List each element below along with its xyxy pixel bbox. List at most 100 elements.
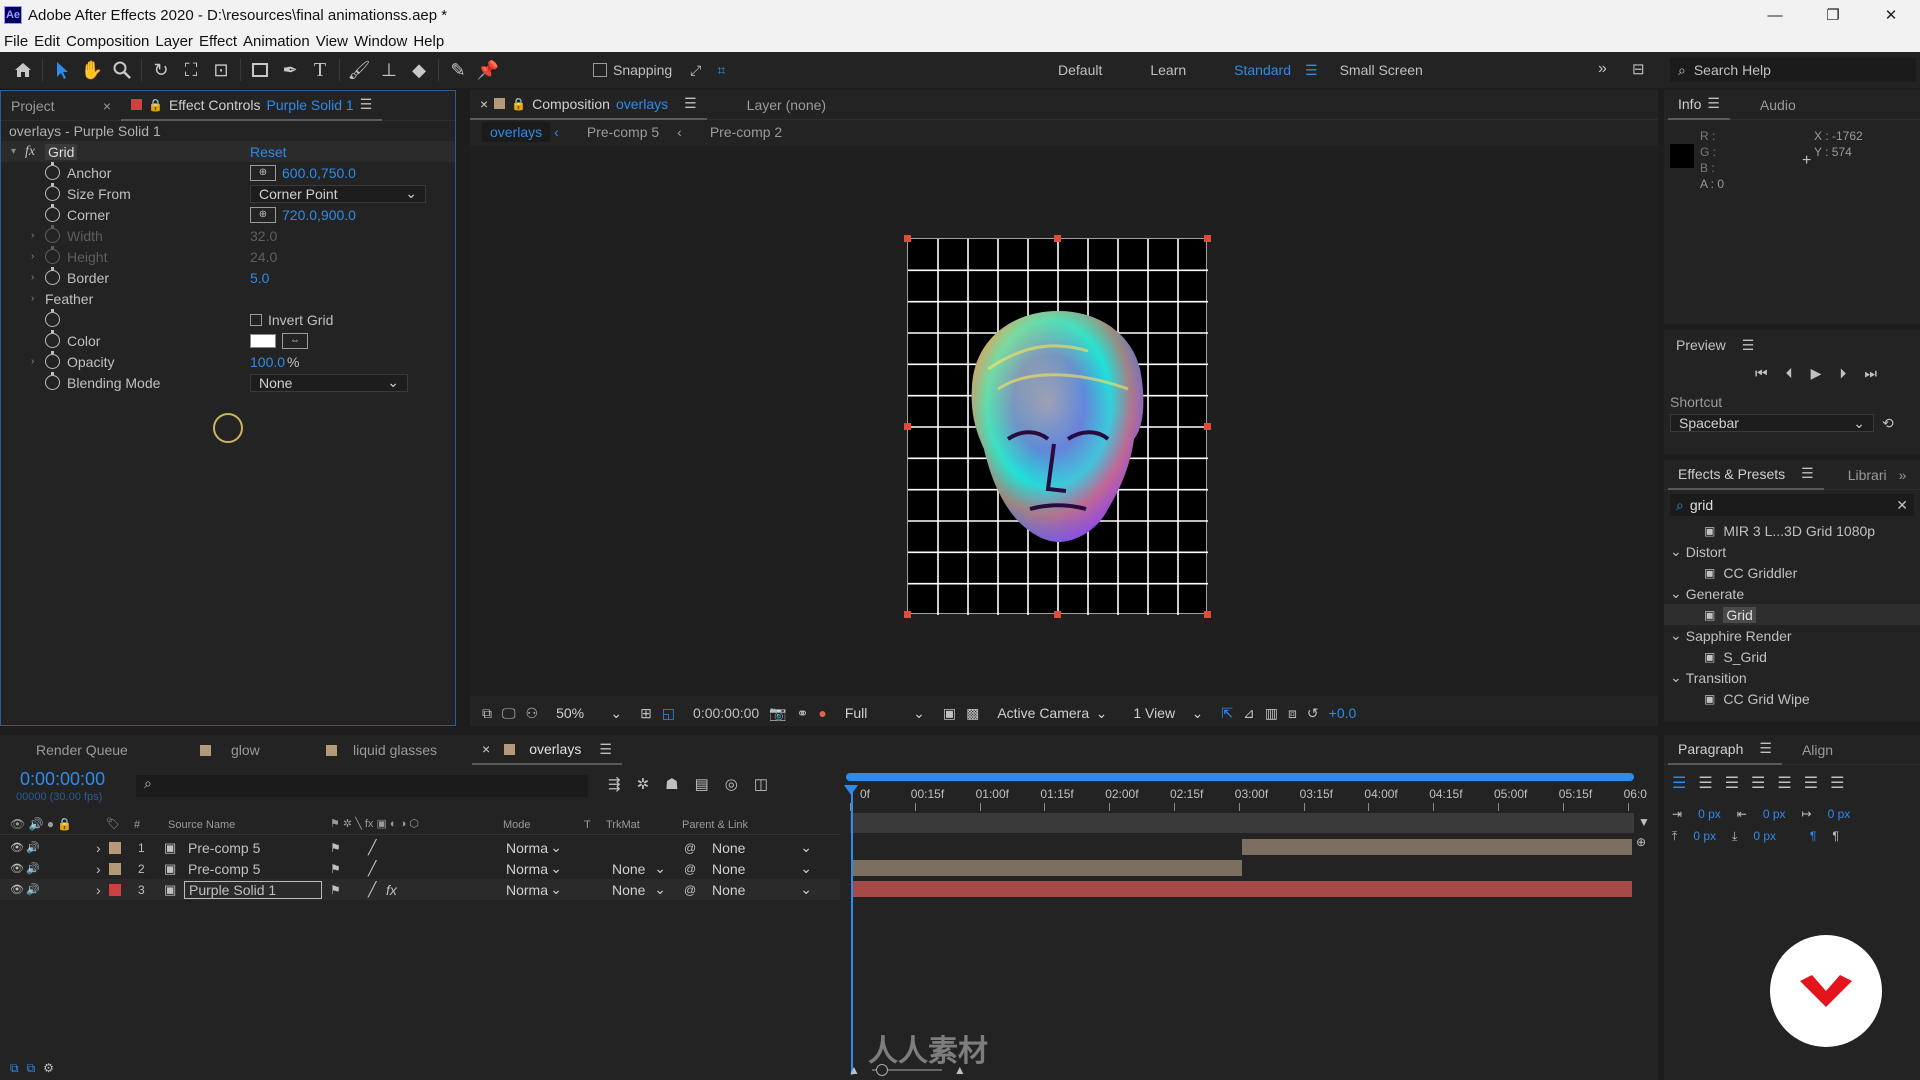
tab-layer[interactable]: Layer (none) [737,90,836,120]
tab-glow[interactable]: glow [190,735,316,765]
audio-icon[interactable]: 🔊 [26,883,40,896]
pan-behind-icon[interactable]: ⊡ [206,55,236,85]
clone-stamp-icon[interactable]: ⊥ [374,55,404,85]
show-snapshot-icon[interactable]: ⚭ [797,705,809,722]
quality-icon[interactable]: ╱ [368,881,376,898]
effect-grid-header[interactable]: ▾ fx Grid Reset [1,141,455,162]
toggle-modes-icon[interactable]: ⧉ [27,1061,36,1076]
layer-name[interactable]: Purple Solid 1 [184,880,322,899]
composition-mini-flowchart-icon[interactable]: ⇶ [608,775,621,793]
collapse-chevron-icon[interactable]: ⌄ [1670,585,1682,602]
eraser-icon[interactable]: ◆ [404,55,434,85]
tab-overlays[interactable]: × overlays ☰ [472,735,622,765]
effects-item[interactable]: ▣ S_Grid [1664,646,1920,667]
stopwatch-icon[interactable] [45,162,60,180]
home-icon[interactable] [8,55,38,85]
layer-row[interactable]: 👁 🔊 › 3 ▣ Purple Solid 1 ⚑ ╱ fx Norma ⌄ None ⌄ @ None ⌄ [0,879,840,900]
effects-group[interactable]: ⌄ Generate [1664,583,1920,604]
transform-handle[interactable] [1204,611,1211,618]
indent-left-value[interactable]: 0 px [1698,807,1721,821]
shy-icon[interactable]: ⚑ [330,883,341,897]
tab-render-queue[interactable]: Render Queue [0,735,190,765]
label-color-swatch[interactable] [109,883,121,896]
toggle-pixel-icon[interactable]: ⇱ [1221,705,1233,722]
align-left-icon[interactable]: ☰ [1672,773,1686,793]
menu-file[interactable]: File [4,33,28,50]
effects-group[interactable]: ⌄ Distort [1664,541,1920,562]
mode-dropdown[interactable]: Norma ⌄ [502,860,566,878]
flow-precomp5[interactable]: Pre-comp 5 [579,122,667,142]
audio-icon[interactable]: 🔊 [26,841,40,854]
roi-icon[interactable]: ▣ [943,705,956,722]
exposure-value[interactable]: +0.0 [1329,705,1357,721]
composition-viewer[interactable] [470,146,1658,696]
justify-center-icon[interactable]: ☰ [1777,773,1791,793]
reset-exposure-icon[interactable]: ↺ [1307,705,1319,722]
rotate-icon[interactable]: ↻ [146,55,176,85]
toggle-switches-icon[interactable]: ⧉ [10,1061,19,1076]
zoom-out-icon[interactable]: ▲ [848,1063,860,1077]
menu-view[interactable]: View [316,33,348,50]
shy-icon[interactable]: ⚑ [330,841,341,855]
next-frame-icon[interactable]: ⏵ [1839,365,1846,382]
invert-grid-checkbox[interactable] [250,313,262,326]
stopwatch-icon[interactable] [45,330,60,348]
collapse-chevron-icon[interactable]: ⌄ [1670,543,1682,560]
effects-group[interactable]: ⌄ Sapphire Render [1664,625,1920,646]
prop-opacity-value[interactable]: 100.0 [250,354,285,370]
monitor-icon[interactable]: 🖵 [502,705,516,722]
transform-handle[interactable] [904,611,911,618]
shortcut-dropdown[interactable]: Spacebar ⌄ [1670,414,1874,432]
label-color-swatch[interactable] [109,841,121,854]
type-icon[interactable]: T [305,55,335,85]
mask-view-icon[interactable]: ⚇ [526,705,539,722]
timeline-timecode[interactable]: 0:00:00:00 [20,769,105,790]
workspace-standard[interactable]: Standard [1234,62,1291,78]
justify-right-icon[interactable]: ☰ [1804,773,1818,793]
tab-composition[interactable]: × 🔒 Composition overlays ☰ [470,90,707,120]
panel-menu-icon[interactable]: ☰ [1742,337,1755,354]
panel-menu-icon[interactable]: ☰ [1801,465,1814,482]
prop-anchor-value[interactable]: 600.0,750.0 [282,165,356,181]
transparency-grid-icon[interactable]: ▩ [966,705,979,722]
stopwatch-icon[interactable] [45,309,60,327]
panel-menu-icon[interactable]: ☰ [1759,740,1772,757]
layer-row[interactable]: 👁 🔊 › 1 ▣ Pre-comp 5 ⚑ ╱ Norma ⌄ @ None ⌄ [0,837,840,858]
effects-search-input[interactable]: ⌕ grid ✕ [1670,494,1914,516]
maximize-button[interactable]: ❐ [1804,0,1862,30]
menu-effect[interactable]: Effect [199,33,237,50]
expand-chevron-icon[interactable]: › [96,861,101,877]
zoom-icon[interactable] [107,55,137,85]
audio-icon[interactable]: 🔊 [26,862,40,875]
toggle-render-time-icon[interactable]: ⚙ [43,1061,54,1076]
expand-chevron-icon[interactable]: › [96,882,101,898]
playhead[interactable] [851,785,853,1075]
shy-layers-icon[interactable]: ☗ [665,775,678,793]
tab-info[interactable]: Info ☰ [1668,90,1730,120]
ltr-icon[interactable]: ¶ [1810,829,1816,844]
expand-chevron-icon[interactable]: › [31,293,34,304]
stopwatch-icon[interactable] [45,267,60,285]
reset-button[interactable]: Reset [250,144,287,160]
snap-options-icon[interactable]: ⤢ [690,62,701,79]
region-icon[interactable]: ◱ [662,705,675,722]
transform-handle[interactable] [904,235,911,242]
time-ruler[interactable]: 0f 00:15f 01:00f 01:15f 02:00f 02:15f 03:00f 03… [850,779,1647,813]
collapse-chevron-icon[interactable]: ⌄ [1670,669,1682,686]
menu-window[interactable]: Window [354,33,407,50]
overflow-chevron-icon[interactable]: » [1899,467,1907,483]
menu-animation[interactable]: Animation [243,33,310,50]
tab-paragraph[interactable]: Paragraph ☰ [1668,735,1782,765]
layer-search-input[interactable]: ⌕ [136,775,588,797]
mode-dropdown[interactable]: Norma ⌄ [502,881,566,899]
fx-icon[interactable]: fx [25,144,35,160]
transform-handle[interactable] [1054,235,1061,242]
workspace-default[interactable]: Default [1058,62,1102,78]
panel-menu-icon[interactable]: ☰ [360,96,373,113]
panel-menu-icon[interactable]: ☰ [599,741,612,758]
pickwhip-icon[interactable]: @ [684,841,696,855]
tab-audio[interactable]: Audio [1750,90,1806,120]
indent-right-value[interactable]: 0 px [1763,807,1786,821]
workspace-small-screen[interactable]: Small Screen [1340,62,1423,78]
stopwatch-icon[interactable] [45,183,60,201]
